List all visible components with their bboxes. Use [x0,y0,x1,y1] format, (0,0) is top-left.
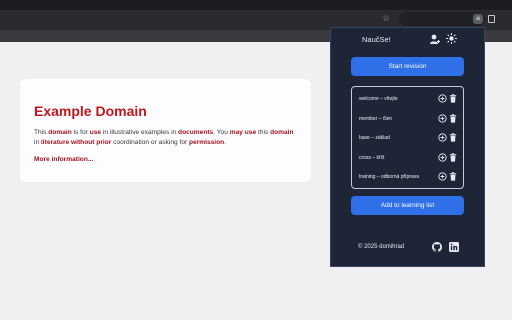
start-revision-button[interactable]: Start revision [351,57,464,76]
footer-copyright: © 2025 domihrad [358,244,405,250]
highlighted-word: permission [189,139,225,146]
paragraph-text: coordination or asking for [111,139,190,146]
vocab-text: welcome – vítejte [359,96,398,102]
paragraph-text: this [256,129,271,136]
edit-icon[interactable] [438,133,447,142]
extension-icon[interactable]: ≡ [473,14,483,24]
page-card: Example Domain This domain is for use in… [20,79,311,182]
edit-icon[interactable] [438,153,447,162]
vocab-list: welcome – vítejte member – člen base – z… [351,86,464,189]
trash-icon[interactable] [449,114,457,123]
theme-sun-icon[interactable] [446,33,457,44]
vocab-row: member – člen [352,113,465,125]
page-paragraph: This domain is for use in illustrative e… [34,128,297,148]
vocab-text: training – odborná příprava [359,174,420,180]
vocab-row: cross – kříž [352,152,465,164]
browser-title-bar [0,0,512,10]
trash-icon[interactable] [449,133,457,142]
paragraph-text: . You [213,129,230,136]
edit-icon[interactable] [438,114,447,123]
paragraph-text: in [34,139,41,146]
add-to-learning-list-button[interactable]: Add to learning list [351,196,464,215]
vocab-row: base – základ [352,132,465,144]
highlighted-word: use [89,129,102,136]
edit-icon[interactable] [438,172,447,181]
vocab-text: base – základ [359,135,390,141]
github-icon[interactable] [432,242,442,252]
vocab-row: welcome – vítejte [352,93,465,105]
extension-popup: NaučSe! Start revision welcome – vítejte… [330,27,485,267]
more-information-link[interactable]: More information... [34,155,93,164]
highlighted-word: domain [48,129,72,136]
vocab-row: training – odborná příprava [352,171,465,183]
popup-title: NaučSe! [362,35,391,44]
profile-icon[interactable] [429,33,441,45]
paragraph-text: is for [71,129,90,136]
vocab-text: member – člen [359,116,393,122]
highlighted-word: literature without prior [40,139,112,146]
highlighted-word: may use [229,129,257,136]
vocab-text: cross – kříž [359,155,385,161]
trash-icon[interactable] [449,172,457,181]
linkedin-icon[interactable] [449,242,459,252]
trash-icon[interactable] [449,153,457,162]
highlighted-word: documents [178,129,214,136]
trash-icon[interactable] [449,94,457,103]
paragraph-text: This [34,129,49,136]
edit-icon[interactable] [438,94,447,103]
paragraph-text: . [224,139,227,146]
star-icon[interactable]: ☆ [382,13,390,23]
page-title: Example Domain [34,103,147,119]
paragraph-text: in illustrative examples in [101,129,179,136]
tab-strip-icon[interactable] [488,15,495,23]
highlighted-word: domain [270,129,294,136]
